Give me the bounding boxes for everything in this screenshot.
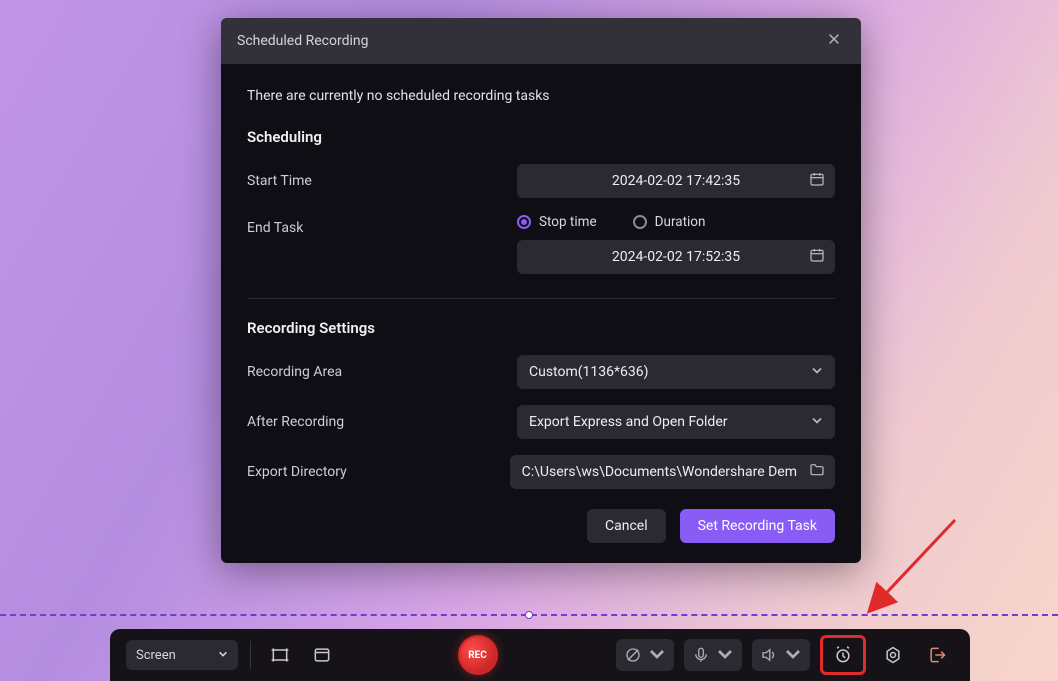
export-directory-value: C:\Users\ws\Documents\Wondershare Dem [522, 464, 797, 480]
record-label: REC [468, 650, 487, 661]
chevron-down-icon [811, 415, 823, 430]
calendar-icon[interactable] [809, 171, 825, 191]
export-directory-input[interactable]: C:\Users\ws\Documents\Wondershare Dem [510, 455, 835, 489]
recording-settings-header: Recording Settings [247, 319, 835, 337]
modal-title: Scheduled Recording [237, 33, 368, 49]
after-recording-label: After Recording [247, 414, 517, 430]
boundary-handle[interactable] [525, 611, 533, 619]
toolbar-divider [250, 641, 251, 669]
cancel-button[interactable]: Cancel [587, 509, 666, 543]
end-task-radios: Stop time Duration [517, 214, 835, 230]
record-button[interactable]: REC [458, 635, 498, 675]
chevron-down-icon [218, 649, 228, 662]
recording-area-label: Recording Area [247, 364, 517, 380]
close-icon[interactable] [823, 30, 845, 52]
export-directory-label: Export Directory [247, 464, 510, 480]
end-time-input[interactable]: 2024-02-02 17:52:35 [517, 240, 835, 274]
folder-icon[interactable] [809, 462, 825, 482]
set-recording-task-button[interactable]: Set Recording Task [680, 509, 835, 543]
custom-area-icon[interactable] [263, 638, 297, 672]
settings-icon[interactable] [876, 638, 910, 672]
start-time-value: 2024-02-02 17:42:35 [612, 173, 740, 189]
section-divider [247, 298, 835, 299]
radio-duration-label: Duration [655, 214, 706, 230]
scheduled-recording-modal: Scheduled Recording There are currently … [221, 18, 861, 563]
system-audio-toggle[interactable] [752, 639, 810, 671]
radio-stop-time-label: Stop time [539, 214, 597, 230]
scheduling-header: Scheduling [247, 128, 835, 146]
microphone-toggle[interactable] [684, 639, 742, 671]
scheduled-recording-button[interactable] [820, 635, 866, 675]
start-time-label: Start Time [247, 173, 517, 189]
chevron-down-icon [811, 365, 823, 380]
capture-mode-select[interactable]: Screen [126, 640, 238, 670]
after-recording-select[interactable]: Export Express and Open Folder [517, 405, 835, 439]
webcam-toggle[interactable] [616, 639, 674, 671]
exit-icon[interactable] [920, 638, 954, 672]
chevron-down-icon [716, 645, 734, 666]
chevron-down-icon [648, 645, 666, 666]
recording-area-value: Custom(1136*636) [529, 364, 797, 380]
radio-duration[interactable]: Duration [633, 214, 706, 230]
annotation-arrow [845, 515, 975, 645]
start-time-input[interactable]: 2024-02-02 17:42:35 [517, 164, 835, 198]
recording-toolbar: Screen REC [110, 629, 970, 681]
after-recording-value: Export Express and Open Folder [529, 414, 797, 430]
empty-tasks-message: There are currently no scheduled recordi… [247, 88, 835, 104]
capture-mode-value: Screen [136, 648, 176, 663]
window-icon[interactable] [305, 638, 339, 672]
calendar-icon[interactable] [809, 247, 825, 267]
end-time-value: 2024-02-02 17:52:35 [612, 249, 740, 265]
chevron-down-icon [784, 645, 802, 666]
end-task-label: End Task [247, 214, 517, 236]
modal-header: Scheduled Recording [221, 18, 861, 64]
recording-area-select[interactable]: Custom(1136*636) [517, 355, 835, 389]
radio-stop-time[interactable]: Stop time [517, 214, 597, 230]
